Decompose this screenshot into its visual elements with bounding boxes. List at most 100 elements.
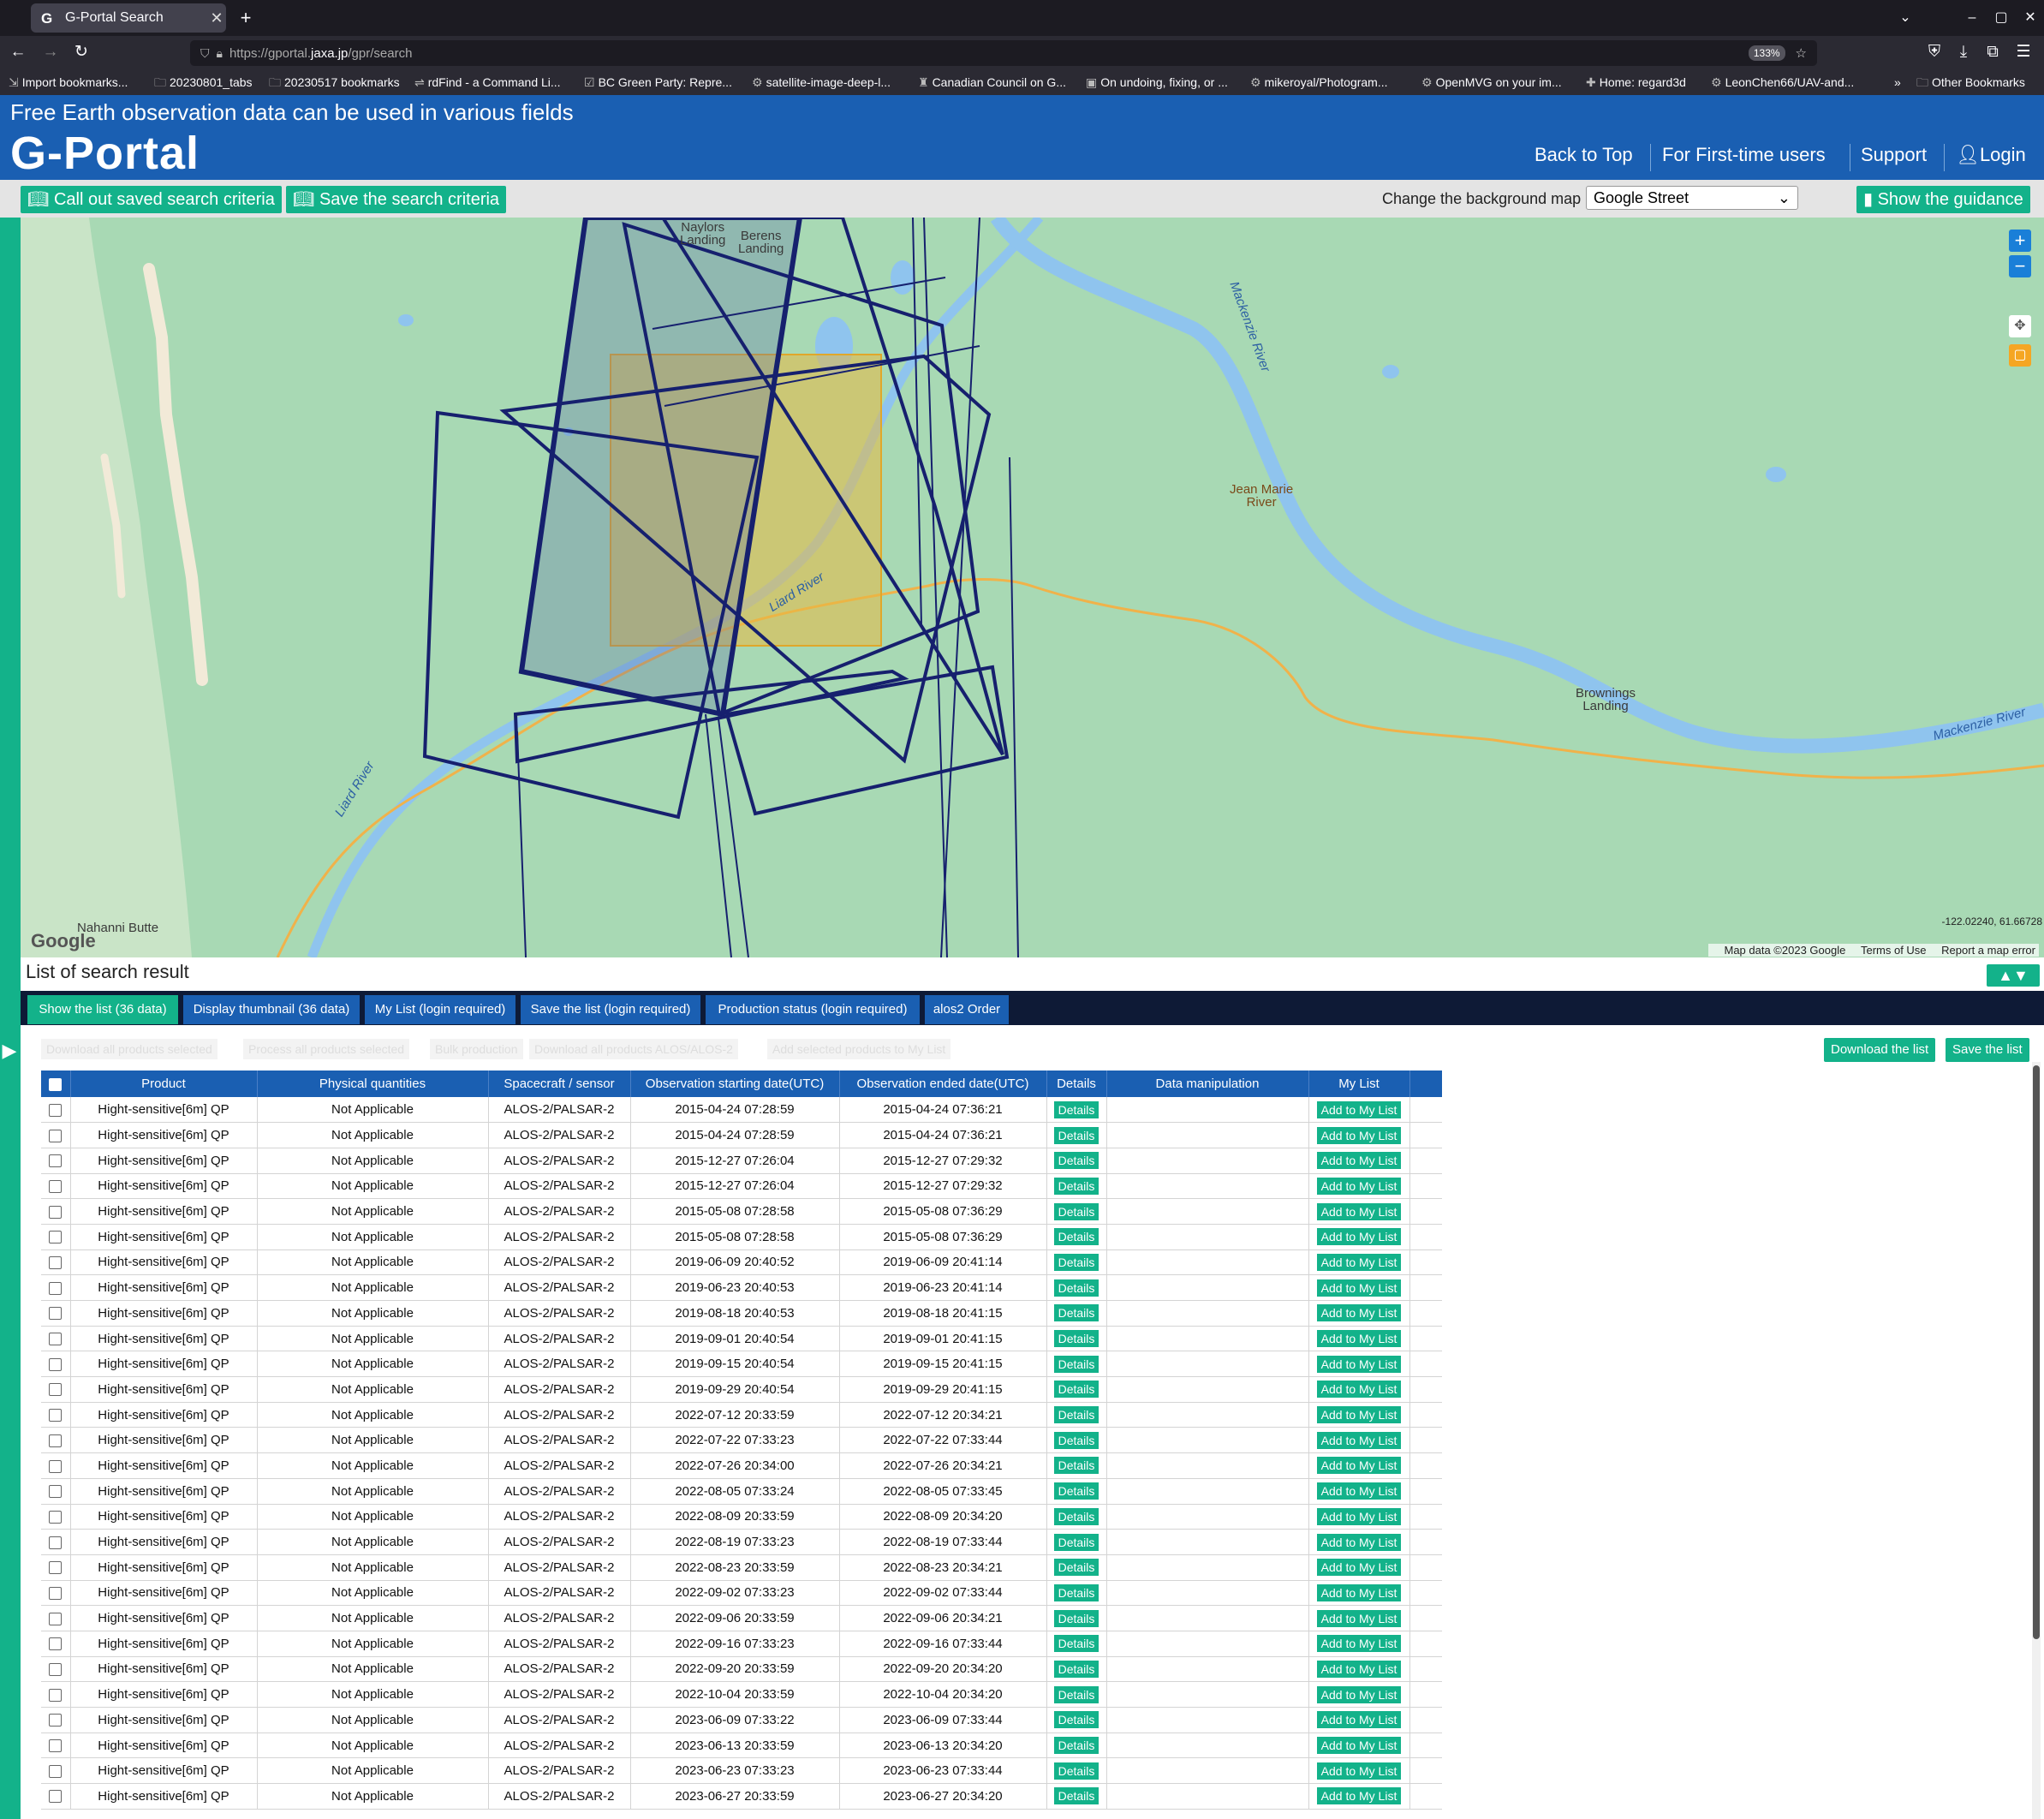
row-checkbox[interactable] xyxy=(41,1326,71,1352)
zoom-out-button[interactable]: − xyxy=(2009,255,2031,277)
browser-tab[interactable]: G G-Portal Search ✕ xyxy=(31,3,226,33)
disabled-bulk-action-button[interactable]: Download all products selected xyxy=(41,1039,218,1059)
save-list-button[interactable]: Save the list xyxy=(1946,1038,2029,1062)
details-button[interactable]: Details xyxy=(1053,1711,1099,1729)
details-button[interactable]: Details xyxy=(1053,1228,1099,1246)
back-arrow-icon[interactable]: ← xyxy=(5,39,31,65)
close-tab-icon[interactable]: ✕ xyxy=(207,9,226,27)
bookmark-item[interactable]: ⚙ satellite-image-deep-l... xyxy=(752,74,891,91)
row-checkbox[interactable] xyxy=(41,1504,71,1530)
add-to-my-list-button[interactable]: Add to My List xyxy=(1316,1431,1402,1449)
details-button[interactable]: Details xyxy=(1053,1482,1099,1500)
first-time-users-link[interactable]: For First-time users xyxy=(1662,144,1826,166)
details-button[interactable]: Details xyxy=(1053,1304,1099,1322)
add-to-my-list-button[interactable]: Add to My List xyxy=(1316,1381,1402,1399)
login-link[interactable]: 👤︎Login xyxy=(1956,144,2026,166)
zoom-in-button[interactable]: + xyxy=(2009,230,2031,252)
details-button[interactable]: Details xyxy=(1053,1737,1099,1755)
row-checkbox[interactable] xyxy=(41,1274,71,1301)
add-to-my-list-button[interactable]: Add to My List xyxy=(1316,1304,1402,1322)
tab-list-icon[interactable]: ⌄ xyxy=(1892,5,1918,31)
new-tab-icon[interactable]: + xyxy=(233,5,259,31)
expand-panel-arrow-icon[interactable]: ▶ xyxy=(0,1040,19,1065)
row-checkbox[interactable] xyxy=(41,1681,71,1708)
close-window-icon[interactable]: ✕ xyxy=(2017,5,2043,31)
bookmark-item[interactable]: ⚙ LeonChen66/UAV-and... xyxy=(1711,74,1854,91)
row-checkbox[interactable] xyxy=(41,1300,71,1327)
results-tab[interactable]: Save the list (login required) xyxy=(521,995,700,1024)
details-button[interactable]: Details xyxy=(1053,1253,1099,1271)
details-button[interactable]: Details xyxy=(1053,1126,1099,1144)
left-side-panel-rail[interactable] xyxy=(0,218,21,1819)
row-checkbox[interactable] xyxy=(41,1656,71,1683)
column-header[interactable]: Product xyxy=(70,1071,258,1097)
results-tab[interactable]: Display thumbnail (36 data) xyxy=(183,995,360,1024)
add-to-my-list-button[interactable]: Add to My List xyxy=(1316,1355,1402,1373)
details-button[interactable]: Details xyxy=(1053,1457,1099,1475)
bookmark-item[interactable]: ▣ On undoing, fixing, or ... xyxy=(1086,74,1228,91)
add-to-my-list-button[interactable]: Add to My List xyxy=(1316,1762,1402,1780)
details-button[interactable]: Details xyxy=(1053,1355,1099,1373)
results-tab[interactable]: My List (login required) xyxy=(365,995,515,1024)
add-to-my-list-button[interactable]: Add to My List xyxy=(1316,1787,1402,1805)
add-to-my-list-button[interactable]: Add to My List xyxy=(1316,1609,1402,1627)
pocket-icon[interactable]: ⛨ xyxy=(1922,39,1947,65)
terms-of-use-link[interactable]: Terms of Use xyxy=(1861,944,1927,957)
save-search-criteria-button[interactable]: 📖︎ Save the search criteria xyxy=(286,186,507,213)
map-canvas[interactable] xyxy=(21,218,2044,957)
details-button[interactable]: Details xyxy=(1053,1202,1099,1220)
add-to-my-list-button[interactable]: Add to My List xyxy=(1316,1202,1402,1220)
forward-arrow-icon[interactable]: → xyxy=(38,39,63,65)
bookmark-item[interactable]: ⇌ rdFind - a Command Li... xyxy=(414,74,561,91)
collapse-results-button[interactable]: ▲▼ xyxy=(1987,964,2040,987)
row-checkbox[interactable] xyxy=(41,1580,71,1607)
bookmark-item[interactable]: ✚ Home: regard3d xyxy=(1586,74,1686,91)
add-to-my-list-button[interactable]: Add to My List xyxy=(1316,1253,1402,1271)
bookmark-item[interactable]: ⚙ OpenMVG on your im... xyxy=(1421,74,1562,91)
details-button[interactable]: Details xyxy=(1053,1533,1099,1551)
add-to-my-list-button[interactable]: Add to My List xyxy=(1316,1177,1402,1195)
row-checkbox[interactable] xyxy=(41,1631,71,1657)
bookmark-item[interactable]: 🗀︎ Other Bookmarks xyxy=(1916,74,2025,91)
add-to-my-list-button[interactable]: Add to My List xyxy=(1316,1559,1402,1577)
row-checkbox[interactable] xyxy=(41,1427,71,1454)
add-to-my-list-button[interactable]: Add to My List xyxy=(1316,1482,1402,1500)
details-button[interactable]: Details xyxy=(1053,1762,1099,1780)
details-button[interactable]: Details xyxy=(1053,1787,1099,1805)
add-to-my-list-button[interactable]: Add to My List xyxy=(1316,1406,1402,1424)
results-tab[interactable]: Show the list (36 data) xyxy=(27,995,178,1024)
details-button[interactable]: Details xyxy=(1053,1685,1099,1703)
details-button[interactable]: Details xyxy=(1053,1177,1099,1195)
row-checkbox[interactable] xyxy=(41,1351,71,1378)
background-map-select[interactable]: Google Street ⌄ xyxy=(1586,186,1798,210)
add-to-my-list-button[interactable]: Add to My List xyxy=(1316,1685,1402,1703)
disabled-bulk-action-button[interactable]: Download all products ALOS/ALOS-2 xyxy=(529,1039,738,1059)
add-to-my-list-button[interactable]: Add to My List xyxy=(1316,1737,1402,1755)
row-checkbox[interactable] xyxy=(41,1605,71,1631)
support-link[interactable]: Support xyxy=(1861,144,1927,166)
row-checkbox[interactable] xyxy=(41,1733,71,1759)
disabled-bulk-action-button[interactable]: Process all products selected xyxy=(243,1039,410,1059)
row-checkbox[interactable] xyxy=(41,1554,71,1581)
zoom-level-badge[interactable]: 133% xyxy=(1748,45,1785,61)
add-to-my-list-button[interactable]: Add to My List xyxy=(1316,1457,1402,1475)
bookmark-item[interactable]: 🗀︎ 20230517 bookmarks xyxy=(269,74,400,91)
details-button[interactable]: Details xyxy=(1053,1279,1099,1297)
column-header[interactable]: Observation ended date(UTC) xyxy=(839,1071,1047,1097)
row-checkbox[interactable] xyxy=(41,1452,71,1479)
row-checkbox[interactable] xyxy=(41,1402,71,1428)
details-button[interactable]: Details xyxy=(1053,1583,1099,1601)
minimize-icon[interactable]: – xyxy=(1959,5,1985,31)
add-to-my-list-button[interactable]: Add to My List xyxy=(1316,1152,1402,1170)
disabled-bulk-action-button[interactable]: Bulk production xyxy=(430,1039,523,1059)
row-checkbox[interactable] xyxy=(41,1529,71,1555)
url-bar[interactable]: ⛉ 🔒︎ https://gportal.jaxa.jp/gpr/search … xyxy=(190,40,1817,66)
column-header[interactable]: Observation starting date(UTC) xyxy=(630,1071,840,1097)
row-checkbox[interactable] xyxy=(41,1757,71,1785)
extensions-icon[interactable]: ⧉ xyxy=(1980,39,2005,65)
details-button[interactable]: Details xyxy=(1053,1635,1099,1653)
results-tab[interactable]: Production status (login required) xyxy=(706,995,920,1024)
details-button[interactable]: Details xyxy=(1053,1330,1099,1348)
add-to-my-list-button[interactable]: Add to My List xyxy=(1316,1100,1402,1118)
row-checkbox[interactable] xyxy=(41,1224,71,1250)
